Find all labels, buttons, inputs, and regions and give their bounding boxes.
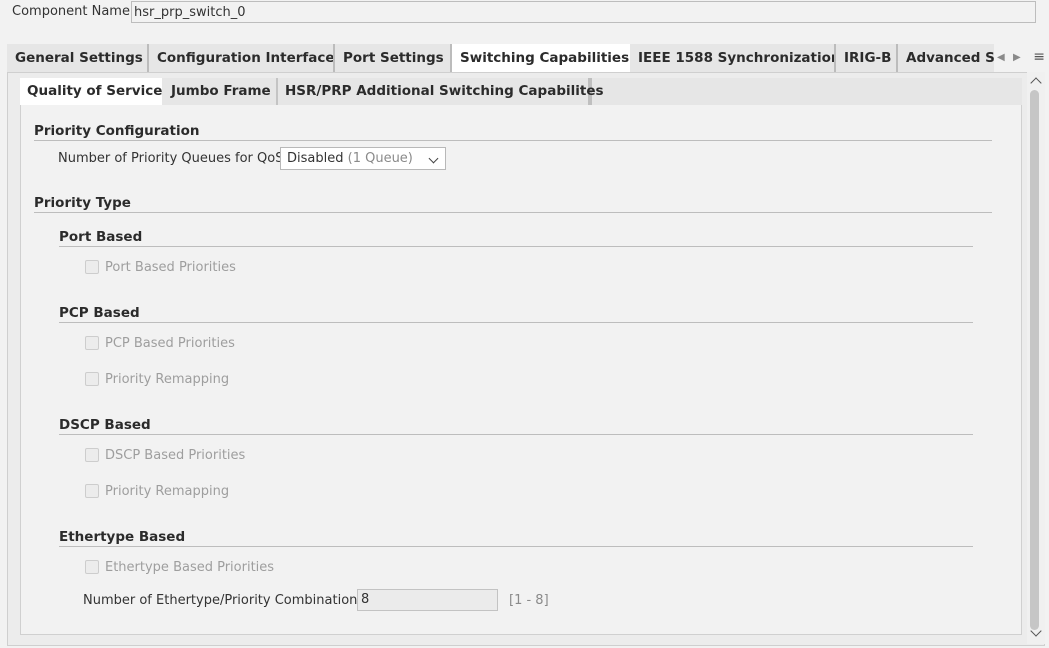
section-divider: [34, 140, 992, 141]
section-divider: [59, 322, 973, 323]
pcp-priority-remapping-checkbox[interactable]: [85, 372, 99, 386]
tab-ieee-1588-synchronization[interactable]: IEEE 1588 Synchronization: [630, 44, 836, 72]
section-divider: [59, 246, 973, 247]
ethertype-based-priorities-checkbox[interactable]: [85, 560, 99, 574]
ethertype-combinations-label: Number of Ethertype/Priority Combination…: [83, 593, 365, 608]
tab-jumbo-frame[interactable]: Jumbo Frame: [164, 78, 278, 105]
port-based-title: Port Based: [59, 229, 143, 245]
dscp-priority-remapping-label: Priority Remapping: [105, 484, 230, 499]
pcp-based-priorities-label: PCP Based Priorities: [105, 336, 235, 351]
ethertype-combinations-input[interactable]: 8: [357, 589, 498, 611]
priority-configuration-title: Priority Configuration: [34, 123, 200, 139]
priority-queues-value: Disabled: [287, 151, 344, 166]
dscp-based-priorities-label: DSCP Based Priorities: [105, 448, 246, 463]
hamburger-menu-icon[interactable]: ≡: [1033, 50, 1045, 64]
tab-hsr-prp-additional-switching[interactable]: HSR/PRP Additional Switching Capabilites: [278, 78, 604, 105]
port-based-priorities-label: Port Based Priorities: [105, 260, 236, 275]
priority-queues-hint: (1 Queue): [347, 151, 413, 166]
chevron-right-icon[interactable]: ▶: [1013, 52, 1021, 64]
chevron-left-icon[interactable]: ◀: [997, 52, 1005, 64]
priority-queues-label: Number of Priority Queues for QoS: [58, 151, 284, 166]
tab-general-settings[interactable]: General Settings: [7, 44, 149, 72]
tab-port-settings[interactable]: Port Settings: [335, 44, 452, 72]
dscp-priority-remapping-checkbox[interactable]: [85, 484, 99, 498]
sub-tab-strip: Quality of Service Jumbo Frame HSR/PRP A…: [20, 78, 1022, 105]
pcp-based-priorities-checkbox[interactable]: [85, 336, 99, 350]
tab-configuration-interface[interactable]: Configuration Interface: [149, 44, 335, 72]
ethertype-based-priorities-label: Ethertype Based Priorities: [105, 560, 275, 575]
section-divider: [34, 212, 992, 213]
pcp-based-title: PCP Based: [59, 305, 140, 321]
section-divider: [59, 546, 973, 547]
component-name-label: Component Name: [12, 4, 130, 19]
vertical-scrollbar[interactable]: [1027, 72, 1045, 644]
dscp-based-title: DSCP Based: [59, 417, 151, 433]
section-divider: [59, 434, 973, 435]
pcp-priority-remapping-label: Priority Remapping: [105, 372, 230, 387]
ethertype-based-title: Ethertype Based: [59, 529, 186, 545]
tab-switching-capabilities[interactable]: Switching Capabilities: [452, 44, 630, 72]
ethertype-combinations-range: [1 - 8]: [509, 593, 549, 608]
tab-quality-of-service[interactable]: Quality of Service: [20, 78, 162, 105]
scrollbar-thumb[interactable]: [1030, 90, 1039, 630]
priority-queues-select[interactable]: Disabled (1 Queue): [280, 147, 446, 170]
dscp-based-priorities-checkbox[interactable]: [85, 448, 99, 462]
port-based-priorities-checkbox[interactable]: [85, 260, 99, 274]
main-tab-strip: General Settings Configuration Interface…: [7, 44, 1045, 72]
chevron-up-icon[interactable]: [1030, 77, 1042, 89]
priority-type-title: Priority Type: [34, 195, 131, 211]
component-name-input[interactable]: [131, 1, 1036, 23]
quality-of-service-panel: [20, 105, 1022, 635]
tab-advanced-settings[interactable]: Advanced Se: [898, 44, 994, 72]
chevron-down-icon: [428, 153, 439, 164]
tab-irig-b[interactable]: IRIG-B: [836, 44, 898, 72]
